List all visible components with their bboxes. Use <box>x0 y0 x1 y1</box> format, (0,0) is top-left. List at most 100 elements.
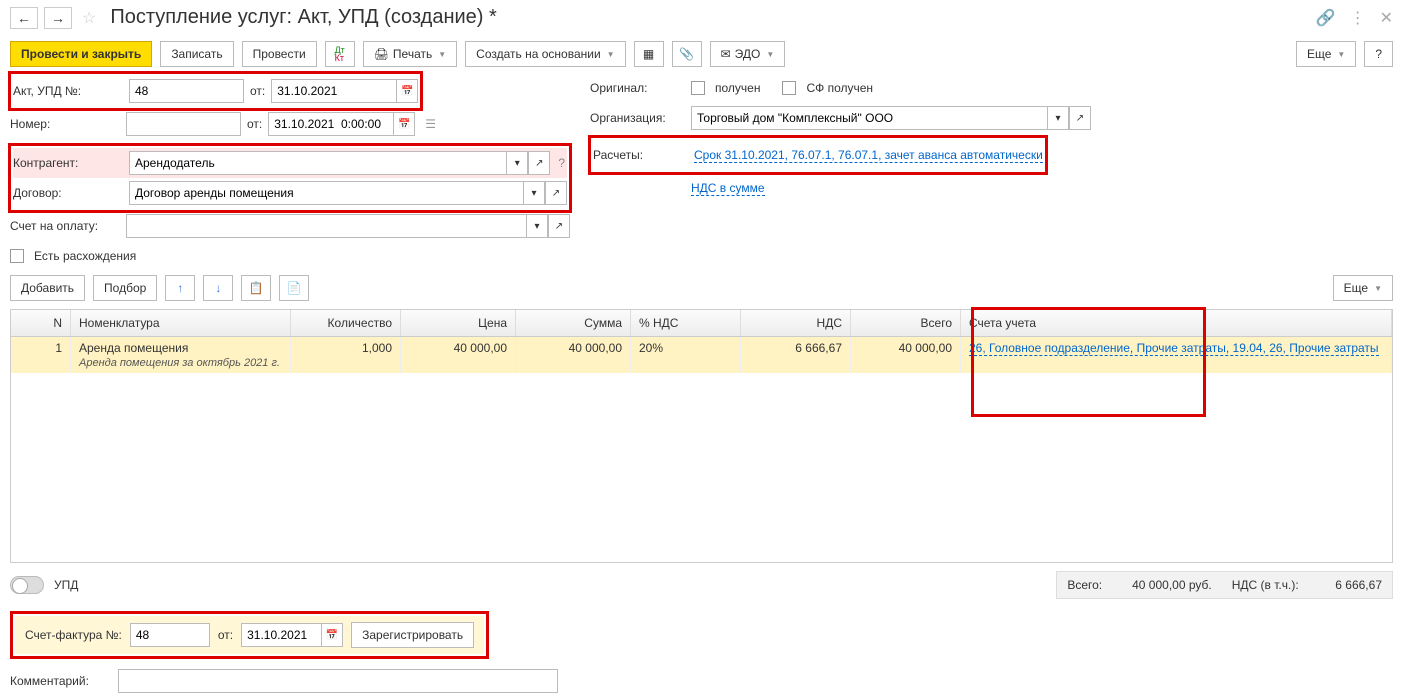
invoice-label: Счет на оплату: <box>10 219 120 233</box>
upd-label: УПД <box>54 578 78 592</box>
col-header-accounts[interactable]: Счета учета <box>961 310 1392 336</box>
print-button[interactable]: 🖨 Печать ▼ <box>363 41 457 67</box>
edo-button[interactable]: ✉ ЭДО ▼ <box>710 41 786 67</box>
table-more-button[interactable]: Еще ▼ <box>1333 275 1393 301</box>
received-label: получен <box>715 81 760 95</box>
chevron-down-icon: ▼ <box>438 50 446 59</box>
sf-received-checkbox[interactable] <box>782 81 796 95</box>
org-label: Организация: <box>590 111 685 125</box>
cell-nds[interactable]: 6 666,67 <box>741 337 851 373</box>
col-header-qty[interactable]: Количество <box>291 310 401 336</box>
sf-received-label: СФ получен <box>806 81 873 95</box>
contract-label: Договор: <box>13 186 123 200</box>
col-header-vat-rate[interactable]: % НДС <box>631 310 741 336</box>
cell-total[interactable]: 40 000,00 <box>851 337 961 373</box>
col-header-price[interactable]: Цена <box>401 310 516 336</box>
act-number-input[interactable] <box>129 79 244 103</box>
cell-qty[interactable]: 1,000 <box>291 337 401 373</box>
discrepancy-label: Есть расхождения <box>34 249 136 263</box>
cell-price[interactable]: 40 000,00 <box>401 337 516 373</box>
col-header-nds[interactable]: НДС <box>741 310 851 336</box>
open-button[interactable]: ↗ <box>545 181 567 205</box>
calc-link[interactable]: Срок 31.10.2021, 76.07.1, 76.07.1, зачет… <box>694 148 1043 163</box>
nav-back-button[interactable]: ← <box>10 7 38 29</box>
post-button[interactable]: Провести <box>242 41 317 67</box>
move-down-button[interactable]: ↓ <box>203 275 233 301</box>
envelope-icon: ✉ <box>721 47 731 61</box>
act-number-label: Акт, УПД №: <box>13 84 123 98</box>
sf-date-input[interactable] <box>241 623 321 647</box>
services-grid[interactable]: N Номенклатура Количество Цена Сумма % Н… <box>10 309 1393 563</box>
org-input[interactable] <box>691 106 1047 130</box>
comment-label: Комментарий: <box>10 674 110 688</box>
sf-from-label: от: <box>218 628 233 642</box>
close-icon[interactable]: ✕ <box>1380 8 1393 28</box>
table-row[interactable]: 1 Аренда помещения Аренда помещения за о… <box>11 337 1392 373</box>
sf-label: Счет-фактура №: <box>25 628 122 642</box>
register-sf-button[interactable]: Зарегистрировать <box>351 622 474 648</box>
col-header-nomenclature[interactable]: Номенклатура <box>71 310 291 336</box>
from-label-2: от: <box>247 117 262 131</box>
paste-button[interactable]: 📄 <box>279 275 309 301</box>
select-button[interactable]: Подбор <box>93 275 157 301</box>
calendar-icon[interactable]: 📅 <box>393 112 415 136</box>
vat-mode-link[interactable]: НДС в сумме <box>691 181 765 196</box>
nav-forward-button[interactable]: → <box>44 7 72 29</box>
more-button[interactable]: Еще ▼ <box>1296 41 1356 67</box>
calendar-icon[interactable]: 📅 <box>321 623 343 647</box>
cell-nomenclature[interactable]: Аренда помещения Аренда помещения за окт… <box>71 337 291 373</box>
open-button[interactable]: ↗ <box>528 151 550 175</box>
invoice-input[interactable] <box>126 214 526 238</box>
discrepancy-checkbox[interactable] <box>10 249 24 263</box>
contract-input[interactable] <box>129 181 523 205</box>
cell-vat-rate[interactable]: 20% <box>631 337 741 373</box>
sf-number-input[interactable] <box>130 623 210 647</box>
col-header-sum[interactable]: Сумма <box>516 310 631 336</box>
list-icon[interactable]: ☰ <box>421 117 440 131</box>
cell-sum[interactable]: 40 000,00 <box>516 337 631 373</box>
help-button[interactable]: ? <box>1364 41 1393 67</box>
move-up-button[interactable]: ↑ <box>165 275 195 301</box>
number-date-input[interactable] <box>268 112 393 136</box>
chevron-down-icon: ▼ <box>1374 284 1382 293</box>
comment-input[interactable] <box>118 669 558 693</box>
structure-button[interactable]: ▦ <box>634 41 664 67</box>
act-date-input[interactable] <box>271 79 396 103</box>
counterparty-input[interactable] <box>129 151 506 175</box>
open-button[interactable]: ↗ <box>1069 106 1091 130</box>
write-button[interactable]: Записать <box>160 41 233 67</box>
dtkt-button[interactable]: ДтКт <box>325 41 355 67</box>
link-icon[interactable]: 🔗 <box>1316 8 1336 28</box>
chevron-down-icon: ▼ <box>607 50 615 59</box>
add-row-button[interactable]: Добавить <box>10 275 85 301</box>
more-menu-icon[interactable]: ⋮ <box>1350 8 1366 28</box>
favorite-star-icon[interactable]: ☆ <box>78 8 100 28</box>
dropdown-button[interactable]: ▾ <box>523 181 545 205</box>
help-hint-icon[interactable]: ? <box>556 156 567 170</box>
dropdown-button[interactable]: ▾ <box>506 151 528 175</box>
page-title: Поступление услуг: Акт, УПД (создание) * <box>110 6 496 29</box>
open-button[interactable]: ↗ <box>548 214 570 238</box>
counterparty-label: Контрагент: <box>13 156 123 170</box>
chevron-down-icon: ▼ <box>1337 50 1345 59</box>
dropdown-button[interactable]: ▾ <box>526 214 548 238</box>
post-and-close-button[interactable]: Провести и закрыть <box>10 41 152 67</box>
printer-icon: 🖨 <box>374 47 389 61</box>
attach-button[interactable]: 📎 <box>672 41 702 67</box>
number-input[interactable] <box>126 112 241 136</box>
totals-summary: Всего: 40 000,00 руб. НДС (в т.ч.): 6 66… <box>1056 571 1393 599</box>
from-label: от: <box>250 84 265 98</box>
chevron-down-icon: ▼ <box>766 50 774 59</box>
col-header-total[interactable]: Всего <box>851 310 961 336</box>
number-label: Номер: <box>10 117 120 131</box>
copy-button[interactable]: 📋 <box>241 275 271 301</box>
calc-label: Расчеты: <box>593 148 688 162</box>
col-header-n[interactable]: N <box>11 310 71 336</box>
cell-accounts[interactable]: 26, Головное подразделение, Прочие затра… <box>961 337 1392 373</box>
upd-toggle[interactable] <box>10 576 44 594</box>
dropdown-button[interactable]: ▾ <box>1047 106 1069 130</box>
cell-n: 1 <box>11 337 71 373</box>
received-checkbox[interactable] <box>691 81 705 95</box>
calendar-icon[interactable]: 📅 <box>396 79 418 103</box>
create-based-button[interactable]: Создать на основании ▼ <box>465 41 625 67</box>
